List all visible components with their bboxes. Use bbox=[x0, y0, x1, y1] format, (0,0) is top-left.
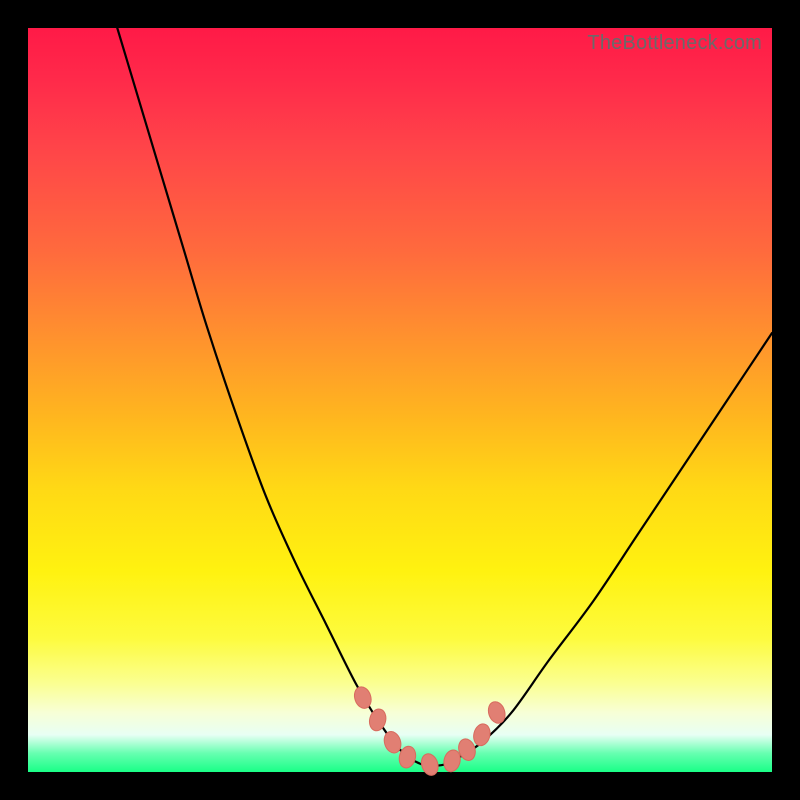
valley-marker bbox=[419, 752, 441, 778]
chart-frame: TheBottleneck.com bbox=[0, 0, 800, 800]
valley-marker bbox=[352, 685, 374, 711]
valley-marker bbox=[471, 722, 492, 747]
bottleneck-curve bbox=[117, 28, 772, 766]
curve-svg bbox=[28, 28, 772, 772]
valley-markers-group bbox=[352, 685, 508, 778]
plot-area: TheBottleneck.com bbox=[28, 28, 772, 772]
